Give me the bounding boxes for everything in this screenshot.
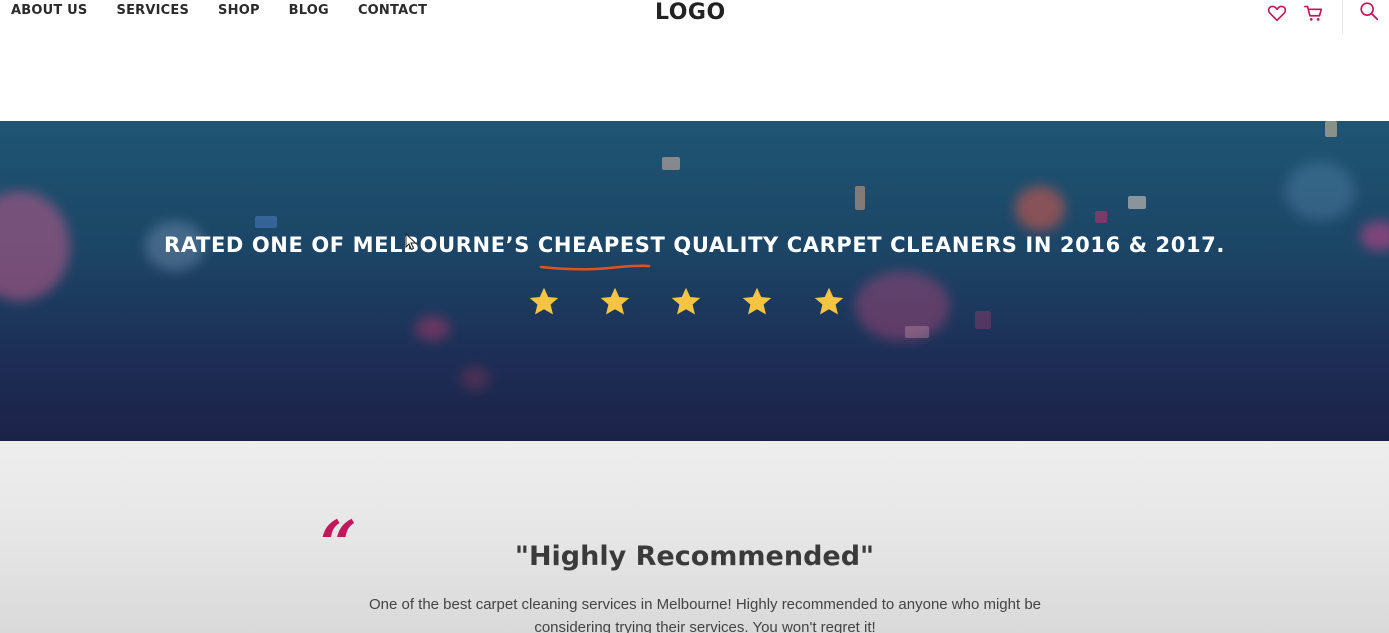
hero-title: RATED ONE OF MELBOURNE’S CHEAPEST QUALIT… <box>164 233 1225 257</box>
search-icon[interactable] <box>1358 0 1380 22</box>
bokeh-decoration <box>1285 161 1355 221</box>
cart-icon[interactable] <box>1303 2 1325 24</box>
nav-about-us[interactable]: ABOUT US <box>11 3 88 19</box>
confetti-decoration <box>975 311 991 329</box>
site-logo[interactable]: LOGO <box>655 0 726 25</box>
main-nav: ABOUT US SERVICES SHOP BLOG CONTACT <box>11 3 456 19</box>
bokeh-decoration <box>460 366 490 391</box>
nav-services[interactable]: SERVICES <box>117 3 190 19</box>
confetti-decoration <box>1325 121 1337 137</box>
testimonial-section: “ "Highly Recommended" One of the best c… <box>0 441 1389 633</box>
star-icon <box>814 287 844 315</box>
site-header: ABOUT US SERVICES SHOP BLOG CONTACT LOGO <box>0 0 1389 121</box>
nav-shop[interactable]: SHOP <box>218 3 260 19</box>
star-icon <box>742 287 772 315</box>
testimonial-body: One of the best carpet cleaning services… <box>368 596 1042 633</box>
bokeh-decoration <box>415 316 450 341</box>
star-icon <box>600 287 630 315</box>
confetti-decoration <box>662 157 680 170</box>
bokeh-decoration <box>855 271 950 341</box>
bokeh-decoration <box>1015 186 1065 231</box>
heart-icon[interactable] <box>1266 2 1288 24</box>
mouse-cursor-icon <box>405 233 417 251</box>
confetti-decoration <box>855 186 865 210</box>
confetti-decoration <box>905 326 929 338</box>
handdrawn-underline <box>539 264 651 271</box>
rating-stars <box>526 284 856 320</box>
hero-banner: RATED ONE OF MELBOURNE’S CHEAPEST QUALIT… <box>0 121 1389 441</box>
star-icon <box>671 287 701 315</box>
nav-blog[interactable]: BLOG <box>289 3 329 19</box>
confetti-decoration <box>1095 211 1107 223</box>
confetti-decoration <box>1128 196 1146 209</box>
nav-contact[interactable]: CONTACT <box>358 3 427 19</box>
confetti-decoration <box>255 216 277 228</box>
star-icon <box>529 287 559 315</box>
testimonial-title: "Highly Recommended" <box>514 541 875 572</box>
header-divider <box>1342 0 1343 34</box>
